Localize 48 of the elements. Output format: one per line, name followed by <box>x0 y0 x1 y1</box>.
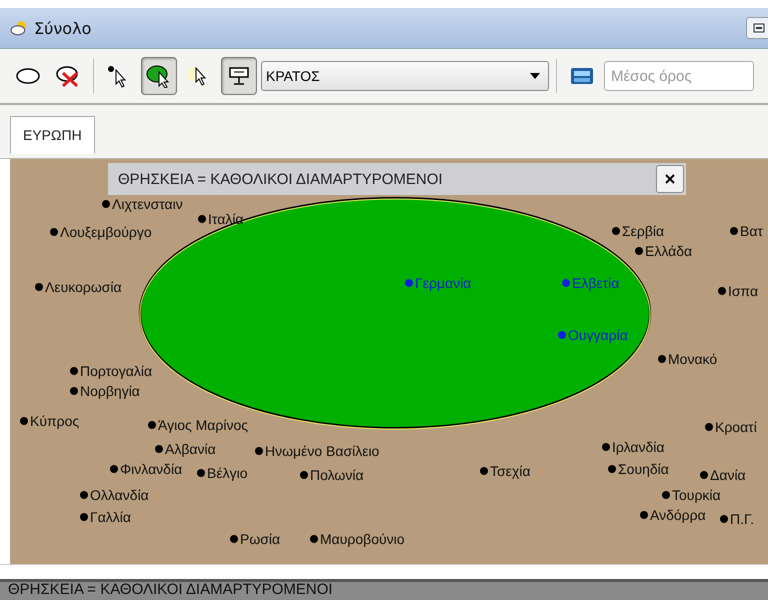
country-label[interactable]: Δανία <box>700 467 746 483</box>
ellipse-cross-icon <box>55 65 81 87</box>
country-label[interactable]: Κροατί <box>705 419 757 435</box>
close-button[interactable] <box>656 165 684 193</box>
country-label[interactable]: Μαυροβούνιο <box>310 531 405 547</box>
country-label[interactable]: Μονακό <box>658 351 718 367</box>
country-label[interactable]: Σερβία <box>612 223 664 239</box>
window-icon <box>753 23 765 33</box>
country-label[interactable]: Πολωνία <box>300 467 364 483</box>
presentation-icon <box>227 65 251 87</box>
country-label[interactable]: Ισπα <box>718 283 758 299</box>
country-label[interactable]: Λουξεμβούργο <box>50 224 152 240</box>
country-label[interactable]: Σουηδία <box>608 461 669 477</box>
ellipse-icon <box>15 66 41 86</box>
close-icon <box>664 173 676 185</box>
country-label[interactable]: Ρωσία <box>230 531 280 547</box>
country-label[interactable]: Π.Γ. <box>720 511 754 527</box>
country-label[interactable]: Φινλανδία <box>110 461 182 477</box>
statistic-field[interactable]: Μέσος όρος <box>604 61 754 91</box>
filter-text: ΘΡΗΣΚΕΙΑ = ΚΑΘΟΛΙΚΟΙ ΔΙΑΜΑΡΤΥΡΟΜΕΝΟΙ <box>118 170 444 188</box>
country-label[interactable]: Λιχτενσταιν <box>102 196 183 212</box>
country-label[interactable]: Ιταλία <box>198 211 244 227</box>
restore-button[interactable] <box>746 17 768 39</box>
window-title: Σύνολο <box>34 18 92 38</box>
caret-icon <box>530 73 540 79</box>
country-label[interactable]: Νορβηγία <box>70 383 140 399</box>
calculator-icon[interactable] <box>570 66 594 86</box>
country-label[interactable]: Ηνωμένο Βασίλειο <box>255 443 380 459</box>
country-label[interactable]: Γαλλία <box>80 509 132 525</box>
country-label[interactable]: Ιρλανδία <box>602 439 664 455</box>
tab[interactable]: ΕΥΡΩΠΗ <box>10 116 95 154</box>
country-label[interactable]: Βατ <box>730 223 763 239</box>
tool-button[interactable] <box>221 57 257 95</box>
country-label[interactable]: Άγιος Μαρίνος <box>148 417 248 433</box>
country-label[interactable]: Ανδόρρα <box>640 507 706 523</box>
country-label[interactable]: Ολλανδία <box>80 487 149 503</box>
layer-dropdown[interactable]: ΚΡΑΤΟΣ <box>261 61 549 91</box>
status-text: ΘΡΗΣΚΕΙΑ = ΚΑΘΟΛΙΚΟΙ ΔΙΑΜΑΡΤΥΡΟΜΕΝΟΙ <box>8 582 333 598</box>
country-label[interactable]: Λευκορωσία <box>35 279 122 295</box>
tool-button[interactable] <box>141 57 177 95</box>
country-label[interactable]: Αλβανία <box>155 441 216 457</box>
country-label[interactable]: Κύπρος <box>20 413 80 429</box>
country-label[interactable]: Τουρκία <box>662 487 721 503</box>
country-label[interactable]: Ελλάδα <box>635 243 692 259</box>
cloud-sun-icon <box>10 20 28 36</box>
country-label[interactable]: Βέλγιο <box>197 465 248 481</box>
country-label[interactable]: Πορτογαλία <box>70 363 152 379</box>
country-label[interactable]: Τσεχία <box>480 463 530 479</box>
